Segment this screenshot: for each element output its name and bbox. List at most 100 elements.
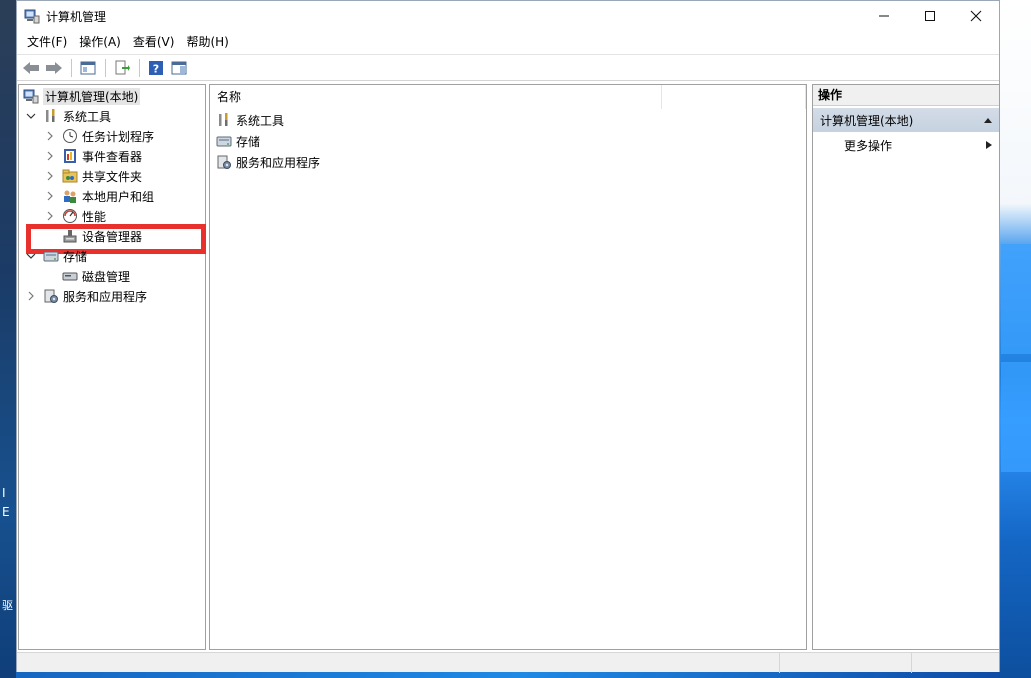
desktop-icon-label-fragment: I <box>2 486 6 500</box>
tree-item-label: 磁盘管理 <box>82 269 131 284</box>
back-arrow-icon <box>23 61 39 74</box>
services-icon <box>217 155 231 169</box>
action-pane-icon <box>171 61 187 74</box>
show-hide-action-pane-button[interactable] <box>168 58 190 78</box>
minimize-icon <box>879 15 889 17</box>
window-title: 计算机管理 <box>46 9 107 24</box>
chevron-down-icon[interactable] <box>25 110 37 122</box>
tree-item-root[interactable]: 计算机管理(本地) <box>23 86 141 106</box>
desktop-right-edge <box>1000 0 1031 678</box>
computer-management-icon <box>23 89 39 104</box>
menu-view[interactable]: 查看(V) <box>127 31 181 53</box>
computer-management-window: 计算机管理 文件(F) 操作(A) 查看(V) 帮助(H) ? 计算机管理(本地… <box>16 0 1000 673</box>
windows-logo-pane <box>1001 362 1031 472</box>
forward-arrow-icon <box>46 61 62 74</box>
users-icon <box>64 190 76 203</box>
tree-item-disk-management[interactable]: 磁盘管理 <box>62 266 130 286</box>
tree-item-label: 事件查看器 <box>82 149 143 164</box>
tools-icon <box>219 113 228 126</box>
list-item-label: 存储 <box>236 134 261 149</box>
svg-text:?: ? <box>153 62 159 75</box>
result-list-pane: 名称 系统工具 存储 服务和应用程序 <box>209 84 807 650</box>
more-actions-label: 更多操作 <box>844 138 893 153</box>
chevron-right-icon[interactable] <box>44 190 56 202</box>
action-pane: 操作 计算机管理(本地) 更多操作 <box>812 84 1000 650</box>
toolbar-separator <box>71 58 72 77</box>
chevron-right-icon[interactable] <box>44 130 56 142</box>
tree-item-label: 性能 <box>82 209 107 224</box>
chevron-right-icon[interactable] <box>44 170 56 182</box>
menu-file[interactable]: 文件(F) <box>21 31 73 53</box>
tree-item-task-scheduler[interactable]: 任务计划程序 <box>44 126 154 146</box>
device-manager-icon <box>63 230 77 243</box>
help-icon: ? <box>149 60 163 75</box>
tree-item-storage[interactable]: 存储 <box>25 246 87 266</box>
tree-item-label: 计算机管理(本地) <box>43 87 141 105</box>
tree-item-event-viewer[interactable]: 事件查看器 <box>44 146 142 166</box>
tree-item-label: 任务计划程序 <box>82 129 155 144</box>
tree-item-label: 服务和应用程序 <box>63 289 148 304</box>
list-item[interactable]: 服务和应用程序 <box>216 152 320 172</box>
status-cell <box>912 653 999 673</box>
tree-item-label: 系统工具 <box>63 109 112 124</box>
chevron-right-icon[interactable] <box>44 210 56 222</box>
menu-help[interactable]: 帮助(H) <box>180 31 234 53</box>
export-list-button[interactable] <box>111 58 133 78</box>
back-button[interactable] <box>20 58 42 78</box>
show-hide-console-tree-button[interactable] <box>77 58 99 78</box>
clock-icon <box>63 129 77 143</box>
maximize-button[interactable] <box>907 1 953 31</box>
tree-item-shared-folders[interactable]: 共享文件夹 <box>44 166 142 186</box>
column-header-empty[interactable] <box>662 85 806 109</box>
computer-management-icon <box>24 9 40 24</box>
title-bar[interactable]: 计算机管理 <box>17 1 999 31</box>
list-header: 名称 <box>210 85 806 109</box>
desktop-icon-label-fragment: E <box>2 505 10 519</box>
list-item-label: 系统工具 <box>236 113 285 128</box>
list-item[interactable]: 存储 <box>216 131 260 151</box>
menu-action[interactable]: 操作(A) <box>73 31 127 53</box>
chevron-right-icon[interactable] <box>44 150 56 162</box>
status-cell <box>17 653 780 673</box>
menu-bar: 文件(F) 操作(A) 查看(V) 帮助(H) <box>17 31 999 53</box>
action-section-computer-management[interactable]: 计算机管理(本地) <box>813 108 999 132</box>
status-bar <box>17 652 999 673</box>
desktop-left-edge: I E 驱 <box>0 0 16 678</box>
services-icon <box>44 289 58 303</box>
help-button[interactable]: ? <box>145 58 167 78</box>
storage-icon <box>43 251 59 262</box>
tree-item-local-users[interactable]: 本地用户和组 <box>44 186 154 206</box>
chevron-right-icon[interactable] <box>25 290 37 302</box>
windows-logo-pane <box>1001 244 1031 354</box>
shared-folder-icon <box>62 169 78 183</box>
more-actions-item[interactable]: 更多操作 <box>813 134 999 156</box>
collapse-up-icon[interactable] <box>983 116 993 124</box>
tree-item-label: 设备管理器 <box>82 229 143 244</box>
tree-item-services-apps[interactable]: 服务和应用程序 <box>25 286 147 306</box>
tree-item-device-manager[interactable]: 设备管理器 <box>62 226 142 246</box>
action-pane-header: 操作 <box>813 85 999 106</box>
minimize-button[interactable] <box>861 1 907 31</box>
console-tree-icon <box>80 61 96 74</box>
storage-icon <box>216 136 232 147</box>
close-icon <box>970 10 982 22</box>
event-viewer-icon <box>64 149 76 163</box>
status-cell <box>780 653 912 673</box>
close-button[interactable] <box>953 1 999 31</box>
chevron-down-icon[interactable] <box>25 250 37 262</box>
list-item[interactable]: 系统工具 <box>216 110 284 130</box>
list-item-label: 服务和应用程序 <box>236 155 321 170</box>
tree-item-performance[interactable]: 性能 <box>44 206 106 226</box>
performance-icon <box>63 209 77 223</box>
column-header-name[interactable]: 名称 <box>210 85 662 109</box>
submenu-arrow-icon <box>986 141 992 149</box>
toolbar: ? <box>17 54 999 81</box>
maximize-icon <box>925 11 935 21</box>
tree-item-system-tools[interactable]: 系统工具 <box>25 106 111 126</box>
console-tree-pane: 计算机管理(本地) 系统工具 任务计划程序 事件查看器 共享文件夹 本地用户和组… <box>18 84 206 650</box>
action-section-label: 计算机管理(本地) <box>820 113 914 128</box>
tools-icon <box>46 109 55 122</box>
forward-button[interactable] <box>43 58 65 78</box>
toolbar-separator <box>105 58 106 77</box>
desktop-icon-label-fragment: 驱 <box>2 599 13 612</box>
